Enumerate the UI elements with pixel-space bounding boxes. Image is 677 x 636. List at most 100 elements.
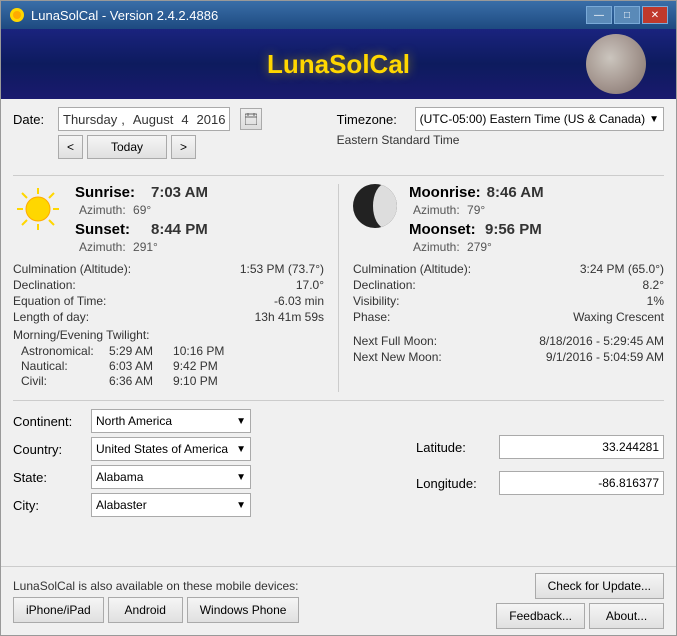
calendar-button[interactable] [240, 108, 262, 130]
vertical-divider [338, 184, 339, 392]
title-bar-controls: — □ ✕ [586, 6, 668, 24]
sunset-azimuth-val: 291° [133, 240, 158, 254]
country-select[interactable]: United States of America ▼ [91, 437, 251, 461]
footer: LunaSolCal is also available on these mo… [1, 567, 676, 635]
close-button[interactable]: ✕ [642, 6, 668, 24]
state-row: State: Alabama ▼ [13, 465, 396, 489]
longitude-input[interactable] [499, 471, 664, 495]
state-value: Alabama [96, 470, 143, 484]
next-full-val: 8/18/2016 - 5:29:45 AM [539, 334, 664, 348]
timezone-label: Timezone: [337, 112, 407, 127]
sun-length-row: Length of day: 13h 41m 59s [13, 310, 324, 324]
android-button[interactable]: Android [108, 597, 183, 623]
date-sep1: , [121, 112, 125, 127]
footer-left: LunaSolCal is also available on these mo… [13, 579, 299, 623]
date-year: 2016 [197, 112, 226, 127]
mobile-text: LunaSolCal is also available on these mo… [13, 579, 299, 593]
moon-visibility-row: Visibility: 1% [353, 294, 664, 308]
sun-declination-row: Declination: 17.0° [13, 278, 324, 292]
longitude-label: Longitude: [416, 476, 491, 491]
sunrise-azimuth-label: Azimuth: [79, 203, 126, 217]
sunrise-row: Sunrise: 7:03 AM [75, 184, 324, 201]
window-title: LunaSolCal - Version 2.4.2.4886 [31, 8, 218, 23]
continent-row: Continent: North America ▼ [13, 409, 396, 433]
timezone-sub-label: Eastern Standard Time [337, 133, 664, 147]
nautical-twilight-row: Nautical: 6:03 AM 9:42 PM [21, 359, 324, 373]
longitude-row: Longitude: [416, 471, 664, 495]
next-new-label: Next New Moon: [353, 350, 442, 364]
country-label: Country: [13, 442, 83, 457]
about-button[interactable]: About... [589, 603, 664, 629]
moon-section: Moonrise: 8:46 AM Azimuth: 79° Moonset: … [353, 184, 664, 392]
timezone-value: (UTC-05:00) Eastern Time (US & Canada) [420, 112, 645, 126]
moon-visibility-val: 1% [647, 294, 664, 308]
sun-culmination-val: 1:53 PM (73.7°) [240, 262, 324, 276]
sun-data: Sunrise: 7:03 AM Azimuth: 69° Sunset: 8:… [75, 184, 324, 258]
next-full-label: Next Full Moon: [353, 334, 437, 348]
state-select[interactable]: Alabama ▼ [91, 465, 251, 489]
city-value: Alabaster [96, 498, 147, 512]
feedback-about-buttons: Feedback... About... [496, 603, 664, 629]
main-info-section: Sunrise: 7:03 AM Azimuth: 69° Sunset: 8:… [13, 184, 664, 392]
maximize-button[interactable]: □ [614, 6, 640, 24]
moonrise-time: 8:46 AM [487, 184, 544, 201]
date-month: August [133, 112, 173, 127]
next-full-row: Next Full Moon: 8/18/2016 - 5:29:45 AM [353, 334, 664, 348]
date-input-field[interactable]: Thursday , August 4 2016 [58, 107, 230, 131]
top-controls: Date: Thursday , August 4 2016 [13, 107, 664, 167]
prev-date-button[interactable]: < [58, 135, 83, 159]
sun-eqtime-row: Equation of Time: -6.03 min [13, 294, 324, 308]
sunrise-label: Sunrise: [75, 184, 145, 201]
windows-phone-button[interactable]: Windows Phone [187, 597, 300, 623]
sunrise-azimuth-val: 69° [133, 203, 151, 217]
sun-eqtime-label: Equation of Time: [13, 294, 106, 308]
sun-eqtime-val: -6.03 min [274, 294, 324, 308]
continent-select[interactable]: North America ▼ [91, 409, 251, 433]
twilight-section: Morning/Evening Twilight: Astronomical: … [13, 328, 324, 388]
continent-chevron: ▼ [236, 416, 246, 427]
check-update-button[interactable]: Check for Update... [535, 573, 664, 599]
moon-culmination-row: Culmination (Altitude): 3:24 PM (65.0°) [353, 262, 664, 276]
date-day: Thursday [63, 112, 117, 127]
sun-section: Sunrise: 7:03 AM Azimuth: 69° Sunset: 8:… [13, 184, 324, 392]
sun-culmination-label: Culmination (Altitude): [13, 262, 131, 276]
footer-right: Check for Update... Feedback... About... [496, 573, 664, 629]
moon-phase-val: Waxing Crescent [573, 310, 664, 324]
moon-background [586, 34, 646, 94]
today-button[interactable]: Today [87, 135, 167, 159]
moonrise-row: Moonrise: 8:46 AM [409, 184, 664, 201]
astronomical-times: 5:29 AM 10:16 PM [109, 344, 224, 358]
city-select[interactable]: Alabaster ▼ [91, 493, 251, 517]
sunset-time: 8:44 PM [151, 221, 208, 238]
sun-length-val: 13h 41m 59s [255, 310, 324, 324]
location-left: Continent: North America ▼ Country: Unit… [13, 409, 396, 517]
astronomical-evening: 10:16 PM [173, 344, 224, 358]
moon-phase-label: Phase: [353, 310, 390, 324]
moonset-row: Moonset: 9:56 PM [409, 221, 664, 238]
moon-culmination-label: Culmination (Altitude): [353, 262, 471, 276]
minimize-button[interactable]: — [586, 6, 612, 24]
feedback-button[interactable]: Feedback... [496, 603, 585, 629]
timezone-controls: Timezone: (UTC-05:00) Eastern Time (US &… [337, 107, 664, 167]
iphone-button[interactable]: iPhone/iPad [13, 597, 104, 623]
mobile-buttons: iPhone/iPad Android Windows Phone [13, 597, 299, 623]
title-bar-left: LunaSolCal - Version 2.4.2.4886 [9, 7, 218, 23]
sunset-label: Sunset: [75, 221, 145, 238]
moon-phase-light [373, 184, 397, 228]
nav-row: < Today > [58, 135, 262, 159]
country-chevron: ▼ [236, 444, 246, 455]
latitude-input[interactable] [499, 435, 664, 459]
next-date-button[interactable]: > [171, 135, 196, 159]
nautical-morning: 6:03 AM [109, 359, 153, 373]
city-label: City: [13, 498, 83, 513]
civil-twilight-row: Civil: 6:36 AM 9:10 PM [21, 374, 324, 388]
timezone-select[interactable]: (UTC-05:00) Eastern Time (US & Canada) ▼ [415, 107, 664, 131]
country-row: Country: United States of America ▼ [13, 437, 396, 461]
moon-declination-label: Declination: [353, 278, 416, 292]
banner-title: LunaSolCal [267, 49, 410, 80]
moonset-time: 9:56 PM [485, 221, 542, 238]
date-daynum: 4 [181, 112, 188, 127]
moonset-azimuth-val: 279° [467, 240, 492, 254]
sunrise-azimuth-row: Azimuth: 69° [79, 203, 324, 217]
next-new-val: 9/1/2016 - 5:04:59 AM [546, 350, 664, 364]
